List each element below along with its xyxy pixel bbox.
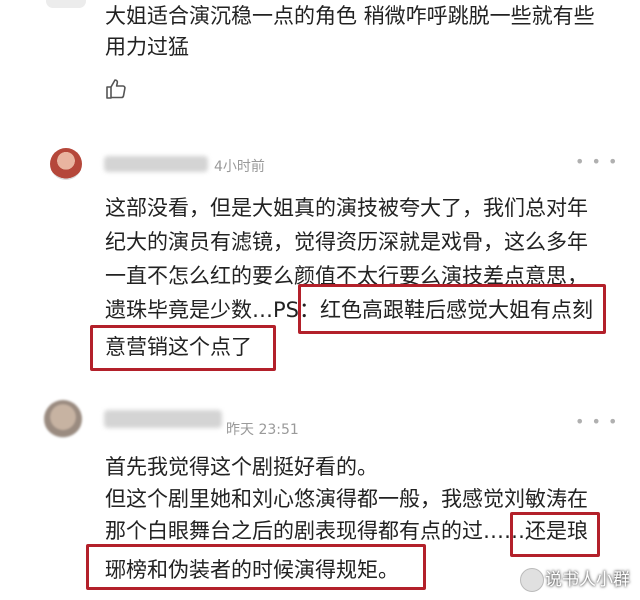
comment2-line-1: 首先我觉得这个剧挺好看的。 xyxy=(105,455,378,479)
watermark-logo-icon xyxy=(520,568,544,592)
comment1-line-2: 纪大的演员有滤镜，觉得资历深就是戏骨，这么多年 xyxy=(105,230,588,254)
avatar[interactable] xyxy=(44,400,82,438)
comment1-line-1: 这部没看，但是大姐真的演技被夸大了，我们总对年 xyxy=(105,196,588,220)
comment-time: 昨天 23:51 xyxy=(226,422,299,438)
more-dots-icon[interactable]: • • • xyxy=(575,152,618,171)
comment2-line-2: 但这个剧里她和刘心悠演得都一般，我感觉刘敏涛在 xyxy=(105,487,588,511)
highlight-box xyxy=(298,284,606,334)
more-dots-icon[interactable]: • • • xyxy=(575,412,618,431)
thumbs-up-icon[interactable] xyxy=(104,77,128,101)
username-blurred[interactable] xyxy=(104,410,222,428)
highlight-box xyxy=(90,325,276,371)
top-avatar-partial xyxy=(46,0,86,8)
username-blurred[interactable] xyxy=(104,156,208,172)
highlight-box xyxy=(86,544,426,590)
highlight-box xyxy=(510,512,600,557)
avatar[interactable] xyxy=(50,148,82,180)
watermark: 说书人小群 xyxy=(545,570,630,590)
top-comment-line-1: 大姐适合演沉稳一点的角色 稍微咋呼跳脱一些就有些 xyxy=(105,4,595,28)
top-comment-line-2: 用力过猛 xyxy=(105,35,189,59)
comment-time: 4小时前 xyxy=(214,159,265,175)
